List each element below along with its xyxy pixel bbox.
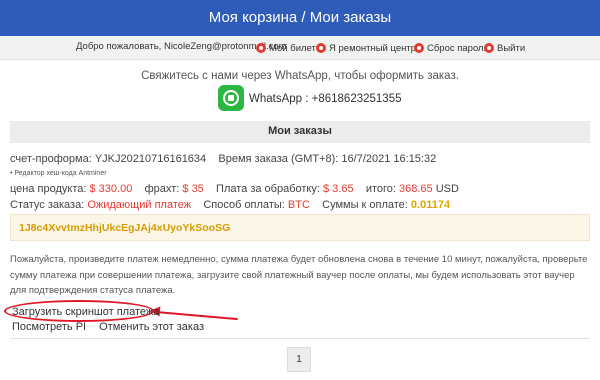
order-time-label: Время заказа (GMT+8): — [218, 153, 339, 165]
price-row: цена продукта: $ 330.00 фрахт: $ 35 Плат… — [10, 183, 459, 195]
annotation-arrow — [155, 311, 238, 321]
order-time-value: 16/7/2021 16:15:32 — [341, 153, 437, 165]
top-header-bar: Моя корзина / Мои заказы — [0, 0, 600, 36]
order-actions: Посмотреть PI Отменить этот заказ — [12, 321, 214, 333]
repair-center-icon — [316, 43, 326, 53]
wallet-address[interactable]: 1J8c4XvvtmzHhjUkcEgJAj4xUyoYkSooSG — [19, 222, 230, 234]
my-ticket-label: Мой билет — [269, 42, 316, 54]
total-label: итого: — [365, 183, 396, 195]
pay-method-label: Способ оплаты: — [203, 199, 285, 211]
upload-screenshot-link[interactable]: Загрузить скриншот платежа — [12, 306, 159, 318]
status-row: Статус заказа: Ожидающий платеж Способ о… — [10, 199, 450, 211]
view-pi-link[interactable]: Посмотреть PI — [12, 321, 86, 333]
logout-link[interactable]: Выйти — [484, 40, 525, 56]
whatsapp-icon[interactable] — [218, 85, 244, 111]
user-bar: Добро пожаловать, NicoleZeng@protonmail.… — [0, 36, 600, 60]
divider — [10, 338, 590, 339]
fee-value: $ 3.65 — [322, 183, 354, 195]
repair-center-link[interactable]: Я ремонтный центр — [316, 40, 416, 56]
freight-value: $ 35 — [182, 183, 204, 195]
pay-amount-value: 0.01174 — [410, 199, 451, 211]
invoice-value: YJKJ20210716161634 — [94, 153, 207, 165]
product-note: • Редактор хеш-кода Antminer — [10, 170, 107, 177]
ticket-icon — [256, 43, 266, 53]
orders-heading: Мои заказы — [10, 121, 590, 143]
freight-label: фрахт: — [144, 183, 180, 195]
repair-center-label: Я ремонтный центр — [329, 42, 416, 54]
status-label: Статус заказа: — [10, 199, 85, 211]
reset-password-link[interactable]: Сброс пароля — [414, 40, 489, 56]
logout-label: Выйти — [497, 42, 526, 54]
price-label: цена продукта: — [10, 183, 87, 195]
whatsapp-number: WhatsApp : +8618623251355 — [249, 93, 402, 105]
page-title: Моя корзина / Мои заказы — [208, 9, 392, 26]
invoice-row: счет-проформа: YJKJ20210716161634 Время … — [10, 153, 436, 165]
contact-prompt: Свяжитесь с нами через WhatsApp, чтобы о… — [141, 70, 459, 82]
fee-label: Плата за обработку: — [216, 183, 320, 195]
page-1-button[interactable]: 1 — [287, 347, 311, 372]
total-currency: USD — [435, 183, 459, 195]
reset-password-label: Сброс пароля — [427, 42, 489, 54]
wallet-address-box: 1J8c4XvvtmzHhjUkcEgJAj4xUyoYkSooSG — [10, 214, 590, 241]
cancel-order-link[interactable]: Отменить этот заказ — [99, 321, 204, 333]
invoice-label: счет-проформа: — [10, 153, 92, 165]
pay-method-value: BTC — [287, 199, 310, 211]
total-value: 368.65 — [399, 183, 433, 195]
price-value: $ 330.00 — [89, 183, 133, 195]
pay-amount-label: Суммы к оплате: — [322, 199, 408, 211]
logout-icon — [484, 43, 494, 53]
reset-password-icon — [414, 43, 424, 53]
status-value: Ожидающий платеж — [87, 199, 192, 211]
payment-notice: Пожалуйста, произведите платеж немедленн… — [10, 254, 588, 296]
my-ticket-link[interactable]: Мой билет — [256, 40, 316, 56]
